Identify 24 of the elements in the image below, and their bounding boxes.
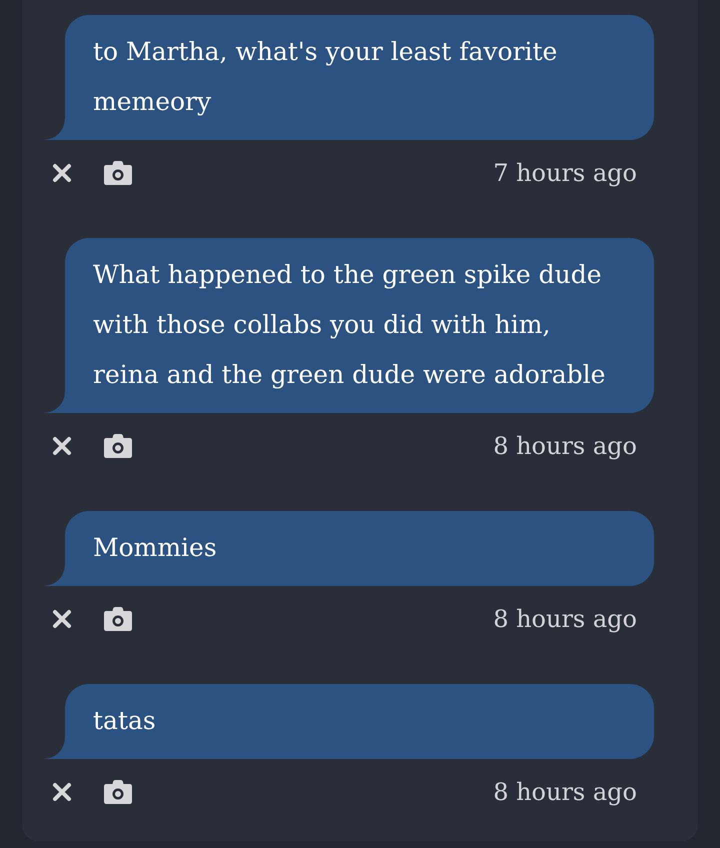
close-icon (52, 782, 72, 802)
delete-button[interactable] (52, 436, 72, 456)
close-icon (52, 163, 72, 183)
camera-icon (104, 434, 132, 458)
camera-button[interactable] (104, 161, 132, 185)
delete-button[interactable] (52, 609, 72, 629)
delete-button[interactable] (52, 782, 72, 802)
timestamp: 8 hours ago (493, 605, 637, 633)
camera-button[interactable] (104, 780, 132, 804)
close-icon (52, 609, 72, 629)
close-icon (52, 436, 72, 456)
camera-button[interactable] (104, 607, 132, 631)
camera-icon (104, 607, 132, 631)
message-bubble: to Martha, what's your least favorite memeory (44, 15, 654, 140)
timestamp: 8 hours ago (493, 432, 637, 460)
camera-icon (104, 161, 132, 185)
camera-icon (104, 780, 132, 804)
timestamp: 8 hours ago (493, 778, 637, 806)
message-bubble: Mommies (44, 511, 654, 586)
message-bubble: What happened to the green spike dude with those collabs you did with him, reina and the green dude were adorable (44, 238, 654, 413)
camera-button[interactable] (104, 434, 132, 458)
delete-button[interactable] (52, 163, 72, 183)
timestamp: 7 hours ago (493, 159, 637, 187)
message-bubble: tatas (44, 684, 654, 759)
